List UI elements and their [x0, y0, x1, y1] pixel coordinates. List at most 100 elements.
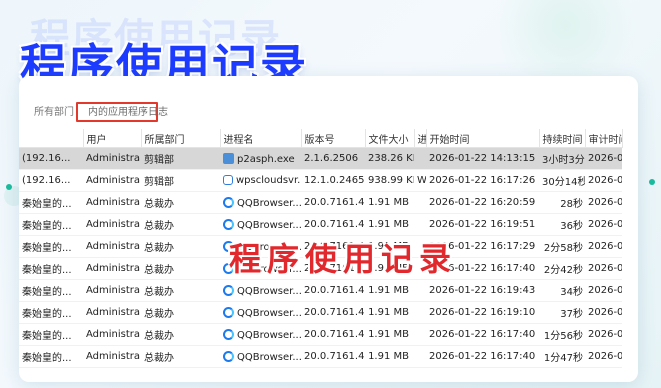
cell-version: 20.0.7161.400 — [301, 345, 365, 368]
table-row[interactable]: 秦始皇的... Administra...总裁办 QQBrowser...20.0.… — [19, 213, 622, 236]
cell-department-text: 总裁办 — [144, 309, 174, 320]
column-header-start-time[interactable]: 开始时间 — [426, 129, 540, 148]
cell-user-text: Administra... — [86, 351, 141, 362]
cell-user: Administra... — [83, 323, 141, 346]
table-row[interactable]: 秦始皇的... Administra...总裁办 QQBrowser...20.0.… — [19, 279, 622, 302]
cell-size: 238.26 KB — [365, 147, 414, 170]
cell-start-time-text: 2026-01-22 16:20:59 — [429, 197, 536, 208]
table-row[interactable]: 秦始皇的... Administra...总裁办 QQBrowser...20.0.… — [19, 323, 622, 346]
cell-computer-text: 秦始皇的... — [22, 309, 72, 320]
cell-audit-time: 2026-0 — [585, 345, 622, 368]
cell-audit-time: 2026-0 — [585, 169, 622, 192]
table-row[interactable]: (192.16... Administra...剪辑部 wpscloudsvr...… — [19, 169, 622, 192]
cell-user: Administra... — [83, 169, 141, 192]
cell-flag — [414, 147, 426, 170]
cell-department: 总裁办 — [141, 257, 220, 280]
cell-flag — [414, 301, 426, 324]
cell-computer: 秦始皇的... — [19, 191, 83, 214]
cell-flag: W — [414, 169, 426, 192]
cell-audit-time: 2026-0 — [585, 235, 622, 258]
column-header-user[interactable]: 用户 — [83, 129, 142, 148]
cell-audit-time-text: 2026-0 — [588, 351, 622, 362]
cell-computer: 秦始皇的... — [19, 323, 83, 346]
cell-process-text: QQBrowser... — [237, 329, 301, 341]
cell-audit-time-text: 2026-0 — [588, 219, 622, 230]
cell-process-text: wpscloudsvr... — [236, 175, 301, 186]
cell-department: 总裁办 — [141, 345, 220, 368]
qqbrowser-icon — [223, 284, 234, 296]
cell-audit-time: 2026-0 — [585, 257, 622, 280]
cell-computer-text: (192.16... — [22, 175, 71, 186]
cell-computer: 秦始皇的... — [19, 235, 83, 258]
column-header-process[interactable]: 进程名 — [220, 129, 302, 148]
accent-dot-right — [649, 179, 655, 185]
cell-audit-time-text: 2026-0 — [588, 307, 622, 318]
cell-flag — [414, 213, 426, 236]
column-header-audit-time[interactable]: 审计时间 — [585, 129, 623, 148]
cell-duration-text: 30分14秒 — [542, 177, 585, 188]
column-header-computer[interactable] — [19, 129, 84, 148]
cell-size: 1.91 MB — [365, 213, 414, 236]
cell-start-time-text: 2026-01-22 16:17:40 — [429, 351, 536, 362]
cell-duration-text: 2分58秒 — [543, 243, 583, 254]
cell-process: QQBrowser... — [220, 345, 301, 368]
cell-process-text: QQBrowser... — [237, 197, 301, 209]
cell-size: 1.91 MB — [365, 301, 414, 324]
cell-user: Administra... — [83, 279, 141, 302]
column-header-version[interactable]: 版本号 — [301, 129, 366, 148]
cell-process-text: QQBrowser... — [237, 219, 301, 231]
cell-duration-text: 1分47秒 — [543, 353, 583, 364]
table-header-row: 用户 所属部门 进程名 版本号 文件大小 进 开始时间 持续时间 审计时间 — [19, 129, 623, 148]
cell-start-time-text: 2026-01-22 16:17:40 — [429, 329, 536, 340]
cell-start-time: 2026-01-22 16:19:51 — [426, 213, 539, 236]
cell-version-text: 20.0.7161.400 — [304, 351, 365, 362]
cell-version: 20.0.7161.400 — [301, 191, 365, 214]
cell-version: 20.0.7161.400 — [301, 279, 365, 302]
cell-computer-text: 秦始皇的... — [22, 265, 72, 276]
column-header-flag[interactable]: 进 — [414, 129, 427, 148]
cell-process: QQBrowser... — [220, 213, 301, 236]
table-row[interactable]: 秦始皇的... Administra...总裁办 QQBrowser...20.0.… — [19, 345, 622, 368]
cell-user: Administra... — [83, 147, 141, 170]
cell-duration-text: 28秒 — [560, 199, 583, 210]
cell-duration: 34秒 — [539, 279, 585, 302]
breadcrumb-current-highlight[interactable]: 内的应用程序日志 — [76, 102, 168, 122]
cell-user: Administra... — [83, 235, 141, 258]
table-row[interactable]: 秦始皇的... Administra...总裁办 QQBrowser...20.0.… — [19, 191, 622, 214]
cell-size: 1.91 MB — [365, 279, 414, 302]
cell-start-time: 2026-01-22 16:17:26 — [426, 169, 539, 192]
cell-version-text: 20.0.7161.400 — [304, 329, 365, 340]
cell-version: 20.0.7161.400 — [301, 323, 365, 346]
cell-version-text: 20.0.7161.400 — [304, 197, 365, 208]
cell-user-text: Administra... — [86, 329, 141, 340]
cell-department: 总裁办 — [141, 213, 220, 236]
overlay-title: 程序使用记录 — [229, 240, 458, 278]
cell-process: p2asph.exe — [220, 147, 301, 170]
cell-duration-text: 1分56秒 — [543, 331, 583, 342]
breadcrumb-department[interactable]: 所有部门 — [19, 102, 74, 124]
cell-size-text: 1.91 MB — [368, 307, 409, 318]
cell-start-time-text: 2026-01-22 16:17:26 — [429, 175, 536, 186]
cell-duration-text: 3小时3分 — [542, 155, 585, 166]
column-header-duration[interactable]: 持续时间 — [539, 129, 586, 148]
cell-user-text: Administra... — [86, 197, 141, 208]
cell-computer: 秦始皇的... — [19, 345, 83, 368]
column-header-department[interactable]: 所属部门 — [141, 129, 221, 148]
cell-size-text: 1.91 MB — [368, 219, 409, 230]
cell-start-time: 2026-01-22 16:19:10 — [426, 301, 539, 324]
column-header-size[interactable]: 文件大小 — [365, 129, 415, 148]
accent-dot-left — [6, 184, 12, 190]
cell-duration: 2分58秒 — [539, 235, 585, 258]
cell-size: 1.91 MB — [365, 323, 414, 346]
table-row[interactable]: 秦始皇的... Administra...总裁办 QQBrowser...20.0.… — [19, 301, 622, 324]
cell-duration: 30分14秒 — [539, 169, 585, 192]
cell-version-text: 20.0.7161.400 — [304, 307, 365, 318]
cell-duration: 1分47秒 — [539, 345, 585, 368]
cell-department: 总裁办 — [141, 191, 220, 214]
cell-user: Administra... — [83, 345, 141, 368]
table-row[interactable]: (192.16... Administra...剪辑部 p2asph.exe 2.1.… — [19, 147, 622, 170]
cell-audit-time: 2026-0 — [585, 323, 622, 346]
cell-size: 1.91 MB — [365, 191, 414, 214]
cell-department-text: 剪辑部 — [144, 155, 174, 166]
cell-audit-time: 2026-0 — [585, 191, 622, 214]
